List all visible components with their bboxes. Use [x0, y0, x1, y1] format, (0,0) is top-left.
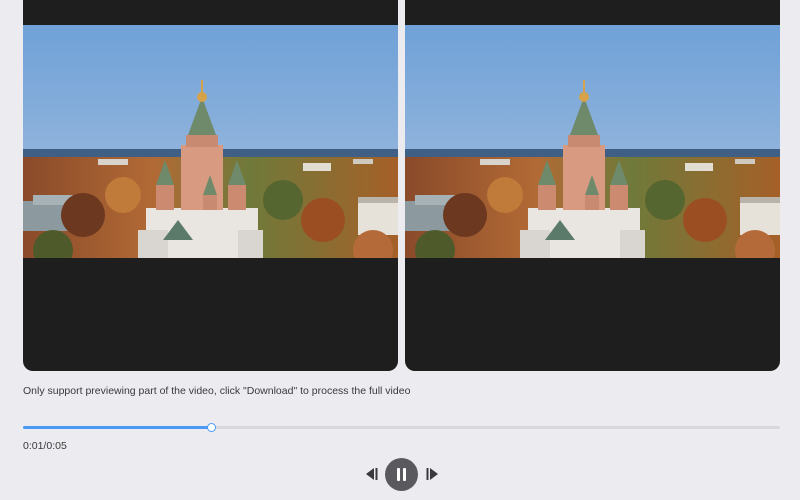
processed-video-panel — [405, 0, 780, 371]
time-display: 0:01/0:05 — [23, 440, 67, 452]
progress-thumb[interactable] — [207, 423, 217, 432]
pause-button[interactable] — [385, 458, 418, 491]
step-back-icon — [366, 468, 378, 480]
playback-controls — [363, 458, 441, 491]
progress-fill — [23, 426, 213, 429]
previous-frame-button[interactable] — [363, 466, 379, 482]
next-frame-button[interactable] — [425, 466, 441, 482]
pause-icon — [397, 468, 406, 481]
processed-video-frame — [405, 25, 780, 258]
step-forward-icon — [426, 468, 438, 480]
progress-track[interactable] — [23, 423, 780, 432]
original-video-panel — [23, 0, 398, 371]
preview-notice: Only support previewing part of the vide… — [23, 385, 411, 397]
original-video-frame — [23, 25, 398, 258]
